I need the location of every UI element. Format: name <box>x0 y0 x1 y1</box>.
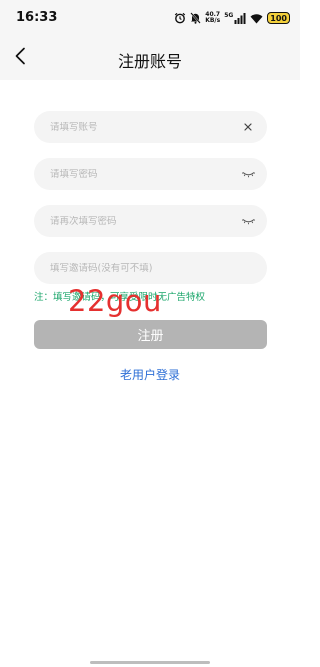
signal-type-label: 5G <box>224 11 234 19</box>
eye-closed-icon[interactable] <box>241 167 255 181</box>
confirm-password-input[interactable] <box>50 215 241 227</box>
network-speed-unit: KB/s <box>205 17 221 24</box>
existing-user-login-link[interactable]: 老用户登录 <box>0 366 300 383</box>
status-bar: 16:33 40.7 KB/s 5G 100 <box>0 0 300 36</box>
page-title: 注册账号 <box>117 52 182 71</box>
wifi-icon <box>250 13 263 24</box>
eye-closed-icon[interactable] <box>241 214 255 228</box>
invite-note: 注：填写邀请码，可享受限时无广告特权 <box>34 292 206 303</box>
account-input[interactable] <box>50 121 241 133</box>
register-button[interactable]: 注册 <box>34 320 267 349</box>
confirm-password-field[interactable] <box>34 205 267 237</box>
network-speed: 40.7 KB/s <box>205 12 220 24</box>
home-indicator[interactable] <box>90 661 210 664</box>
app-header: 注册账号 <box>0 36 300 80</box>
battery-icon: 100 <box>267 12 290 24</box>
password-field[interactable] <box>34 158 267 190</box>
status-icons: 40.7 KB/s 5G 100 <box>174 10 290 26</box>
alarm-icon <box>174 12 186 24</box>
invite-code-input[interactable] <box>50 262 255 274</box>
status-time: 16:33 <box>16 10 58 25</box>
clear-icon[interactable] <box>241 120 255 134</box>
account-field[interactable] <box>34 111 267 143</box>
signal-icon <box>234 12 246 24</box>
mute-icon <box>190 12 201 24</box>
password-input[interactable] <box>50 168 241 180</box>
invite-code-field[interactable] <box>34 252 267 284</box>
